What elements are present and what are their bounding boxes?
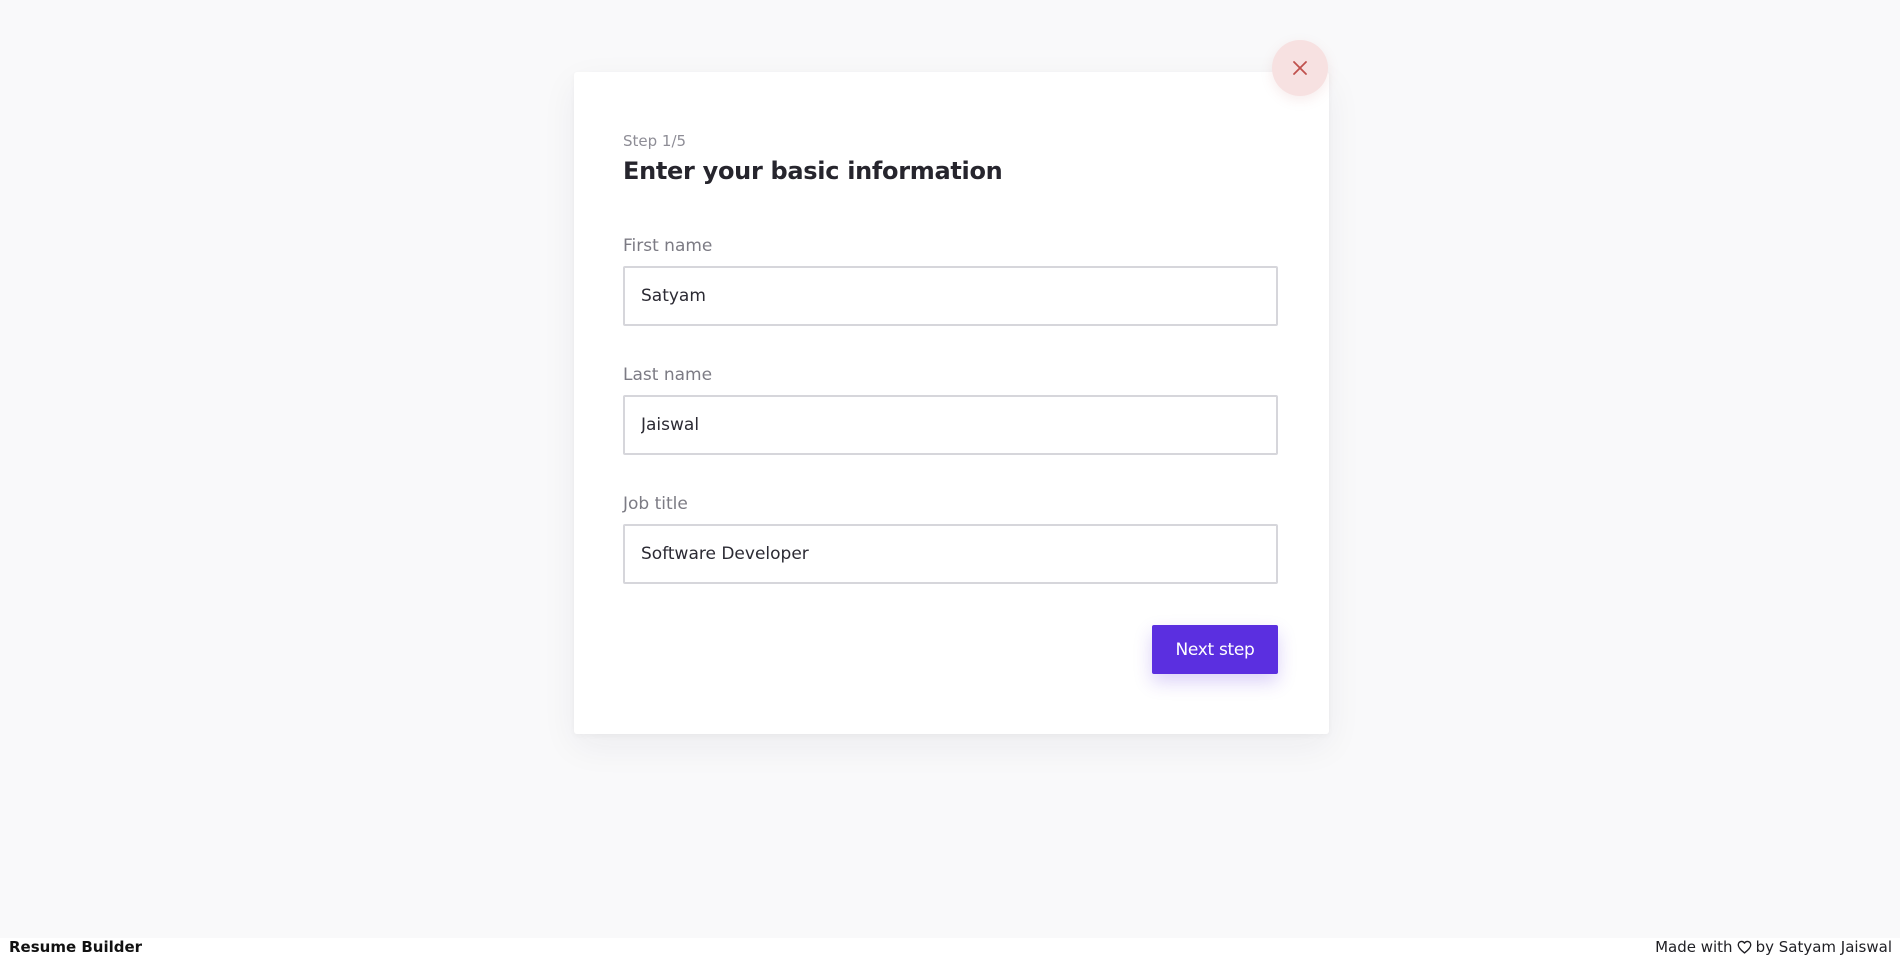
page-title: Enter your basic information [623, 157, 1003, 185]
close-button[interactable] [1272, 40, 1328, 96]
heart-icon [1737, 940, 1751, 954]
first-name-input[interactable] [623, 266, 1278, 326]
footer-credit: Made with by Satyam Jaiswal [1655, 938, 1892, 956]
job-title-input[interactable] [623, 524, 1278, 584]
job-title-label: Job title [623, 494, 688, 514]
brand-name: Resume Builder [9, 938, 143, 956]
step-indicator: Step 1/5 [623, 132, 687, 150]
footer: Resume Builder Made with by Satyam Jaisw… [0, 938, 1900, 956]
last-name-label: Last name [623, 365, 713, 385]
next-step-button[interactable]: Next step [1152, 625, 1278, 674]
close-icon [1293, 61, 1307, 75]
last-name-input[interactable] [623, 395, 1278, 455]
form-modal: Step 1/5 Enter your basic information Fi… [574, 72, 1329, 734]
first-name-label: First name [623, 236, 713, 256]
credit-suffix: by Satyam Jaiswal [1755, 938, 1892, 956]
credit-prefix: Made with [1655, 938, 1733, 956]
